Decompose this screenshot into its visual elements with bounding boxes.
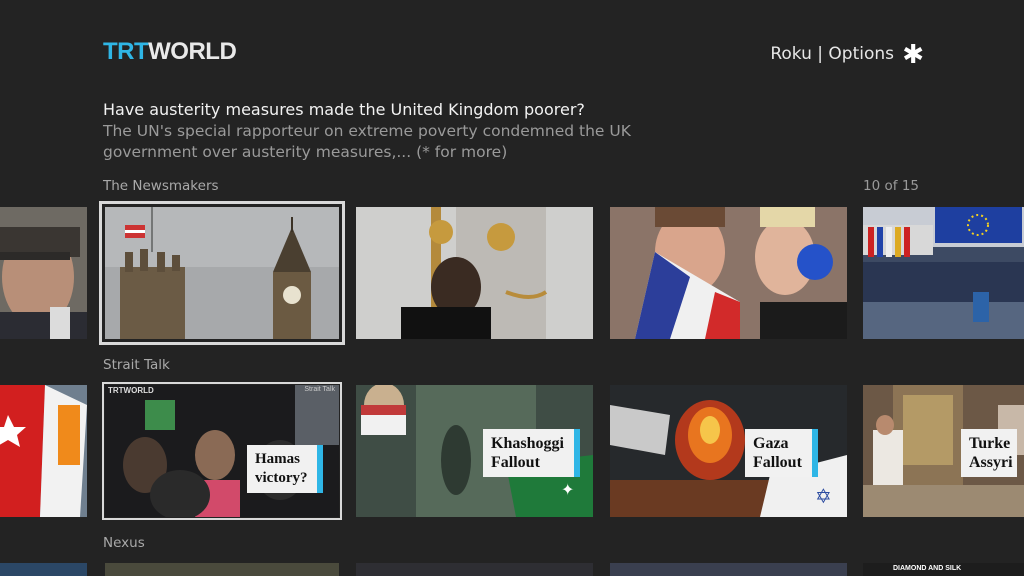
row-title-newsmakers: The Newsmakers xyxy=(103,178,219,194)
svg-text:✡: ✡ xyxy=(815,484,832,508)
tile-caption: Hamas victory? xyxy=(247,445,324,493)
caption-line: Turke xyxy=(969,435,1011,452)
thumbnail-tile[interactable] xyxy=(610,563,847,576)
thumbnail-tile[interactable] xyxy=(356,563,593,576)
thumbnail-tile[interactable] xyxy=(105,563,339,576)
row-strait-talk: TRTWORLD Strait Talk Hamas victory? ✦ Kh… xyxy=(0,382,1024,520)
caption-line: victory? xyxy=(255,470,308,486)
tile-show-tag: Strait Talk xyxy=(304,386,335,393)
tile-caption: Turke Assyri xyxy=(961,429,1017,477)
caption-line: Fallout xyxy=(491,454,540,471)
thumbnail-tile[interactable]: ✡ Gaza Fallout xyxy=(610,385,847,517)
logo-world-text: WORLD xyxy=(148,38,237,65)
tile-logo: TRTWORLD xyxy=(108,386,154,395)
thumbnail-tile[interactable] xyxy=(0,207,87,339)
caption-line: Assyri xyxy=(969,454,1013,471)
thumbnail-tile[interactable]: ✦ Khashoggi Fallout xyxy=(356,385,593,517)
tile-show-tag: DIAMOND AND SILK xyxy=(893,565,962,572)
feature-summary: The UN's special rapporteur on extreme p… xyxy=(103,122,631,161)
caption-line: Hamas xyxy=(255,451,300,467)
thumbnail-tile[interactable] xyxy=(356,207,593,339)
asterisk-icon[interactable]: ✱ xyxy=(902,40,924,70)
thumbnail-tile[interactable]: Turke Assyri xyxy=(863,385,1024,517)
row-title-strait-talk: Strait Talk xyxy=(103,357,170,373)
thumbnail-tile[interactable] xyxy=(0,385,87,517)
row-title-nexus: Nexus xyxy=(103,535,145,551)
thumbnail-tile[interactable] xyxy=(0,563,87,576)
tile-caption: Gaza Fallout xyxy=(745,429,818,477)
caption-line: Gaza xyxy=(753,435,789,452)
feature-headline: Have austerity measures made the United … xyxy=(103,100,585,119)
row-nexus: DIAMOND AND SILK xyxy=(0,563,1024,576)
thumbnail-tile[interactable] xyxy=(863,207,1024,339)
row-counter: 10 of 15 xyxy=(863,178,919,194)
thumbnail-tile[interactable] xyxy=(610,207,847,339)
svg-text:✦: ✦ xyxy=(561,480,574,499)
options-hint: Roku | Options xyxy=(770,44,894,64)
thumbnail-tile[interactable]: TRTWORLD Strait Talk Hamas victory? xyxy=(102,382,342,520)
thumbnail-tile-selected[interactable] xyxy=(99,201,345,345)
caption-line: Khashoggi xyxy=(491,435,564,452)
thumbnail-tile[interactable]: DIAMOND AND SILK xyxy=(863,563,1024,576)
tile-caption: Khashoggi Fallout xyxy=(483,429,580,477)
caption-line: Fallout xyxy=(753,454,802,471)
logo-trt-text: TRT xyxy=(103,38,149,65)
trt-world-logo: TRTWORLD xyxy=(103,38,237,66)
row-newsmakers xyxy=(0,201,1024,345)
